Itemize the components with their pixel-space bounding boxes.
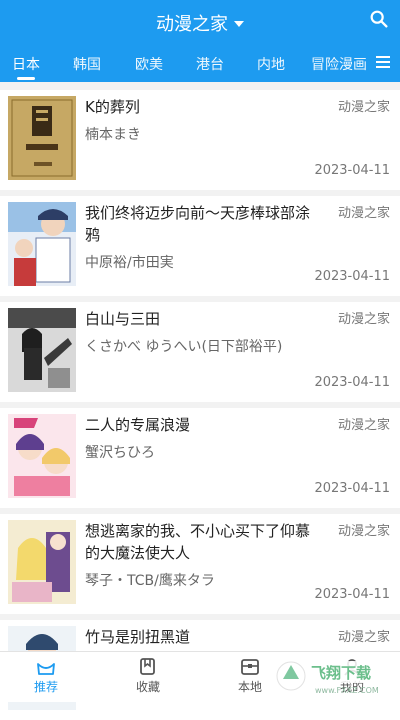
comic-cover-image (8, 414, 76, 498)
tab-mainland[interactable]: 内地 (257, 54, 285, 74)
comic-date: 2023-04-11 (314, 163, 390, 178)
category-tabs: 日本 韩国 欧美 港台 内地 冒险漫画 (0, 48, 400, 82)
tab-western[interactable]: 欧美 (135, 54, 163, 74)
comic-source: 动漫之家 (337, 630, 390, 645)
nav-label: 本地 (237, 680, 262, 694)
comic-date: 2023-04-11 (314, 375, 390, 390)
comic-author: くさかべ ゆうへい(日下部裕平) (85, 339, 283, 355)
svg-text:www.FXXZ.COM: www.FXXZ.COM (315, 686, 379, 695)
nav-local[interactable]: 本地 (220, 658, 280, 695)
comic-source: 动漫之家 (337, 206, 390, 221)
nav-label: 收藏 (135, 680, 160, 694)
comic-cover-image (8, 520, 76, 604)
list-item[interactable]: 想逃离家的我、不小心买下了仰慕的大魔法使大人 琴子・TCB/鹰来タラ 动漫之家 … (0, 514, 400, 614)
recommend-icon (37, 663, 55, 675)
comic-source: 动漫之家 (337, 418, 390, 433)
app-title-switcher[interactable]: 动漫之家 (0, 10, 400, 36)
watermark-logo: 飞翔下载 www.FXXZ.COM (276, 661, 391, 695)
comic-date: 2023-04-11 (314, 269, 390, 284)
tab-japan[interactable]: 日本 (12, 54, 40, 74)
active-tab-indicator (17, 77, 35, 80)
comic-author: 楠本まき (85, 127, 141, 143)
tab-adventure[interactable]: 冒险漫画 (311, 54, 367, 74)
tab-hk-tw[interactable]: 港台 (196, 54, 224, 74)
comic-title: 白山与三田 (85, 310, 161, 328)
comic-title: K的葬列 (85, 98, 140, 116)
comic-cover-image (8, 202, 76, 286)
app-title: 动漫之家 (156, 14, 228, 35)
comic-date: 2023-04-11 (314, 481, 390, 496)
comic-title: 我们终将迈步向前～天彦棒球部涂鸦 (85, 204, 311, 244)
comic-source: 动漫之家 (337, 312, 390, 327)
list-item[interactable]: K的葬列 楠本まき 动漫之家 2023-04-11 (0, 90, 400, 190)
list-item[interactable]: 我们终将迈步向前～天彦棒球部涂鸦 中原裕/市田実 动漫之家 2023-04-11 (0, 196, 400, 296)
comic-title: 想逃离家的我、不小心买下了仰慕的大魔法使大人 (85, 522, 311, 562)
comic-title: 竹马是别扭黑道 (85, 628, 191, 646)
comic-title: 二人的专属浪漫 (85, 416, 191, 434)
comic-source: 动漫之家 (337, 524, 390, 539)
caret-down-icon (234, 21, 244, 27)
comic-source: 动漫之家 (337, 100, 390, 115)
nav-bookmarks[interactable]: 收藏 (118, 658, 178, 695)
bookmark-icon (140, 658, 155, 675)
comic-cover-image (8, 308, 76, 392)
comic-author: 中原裕/市田実 (85, 255, 174, 271)
comic-author: 琴子・TCB/鹰来タラ (85, 573, 215, 589)
local-box-icon (241, 659, 259, 675)
comic-cover-image (8, 96, 76, 180)
list-item[interactable]: 二人的专属浪漫 蟹沢ちひろ 动漫之家 2023-04-11 (0, 408, 400, 508)
app-header: 动漫之家 日本 韩国 欧美 港台 内地 冒险漫画 (0, 0, 400, 82)
tab-korea[interactable]: 韩国 (73, 54, 101, 74)
menu-icon[interactable] (376, 56, 390, 68)
nav-recommend[interactable]: 推荐 (16, 658, 76, 695)
nav-label: 推荐 (33, 680, 58, 694)
list-item[interactable]: 白山与三田 くさかべ ゆうへい(日下部裕平) 动漫之家 2023-04-11 (0, 302, 400, 402)
comic-author: 蟹沢ちひろ (85, 445, 155, 461)
svg-text:飞翔下载: 飞翔下载 (311, 664, 371, 682)
search-icon[interactable] (368, 8, 390, 30)
comic-date: 2023-04-11 (314, 587, 390, 602)
